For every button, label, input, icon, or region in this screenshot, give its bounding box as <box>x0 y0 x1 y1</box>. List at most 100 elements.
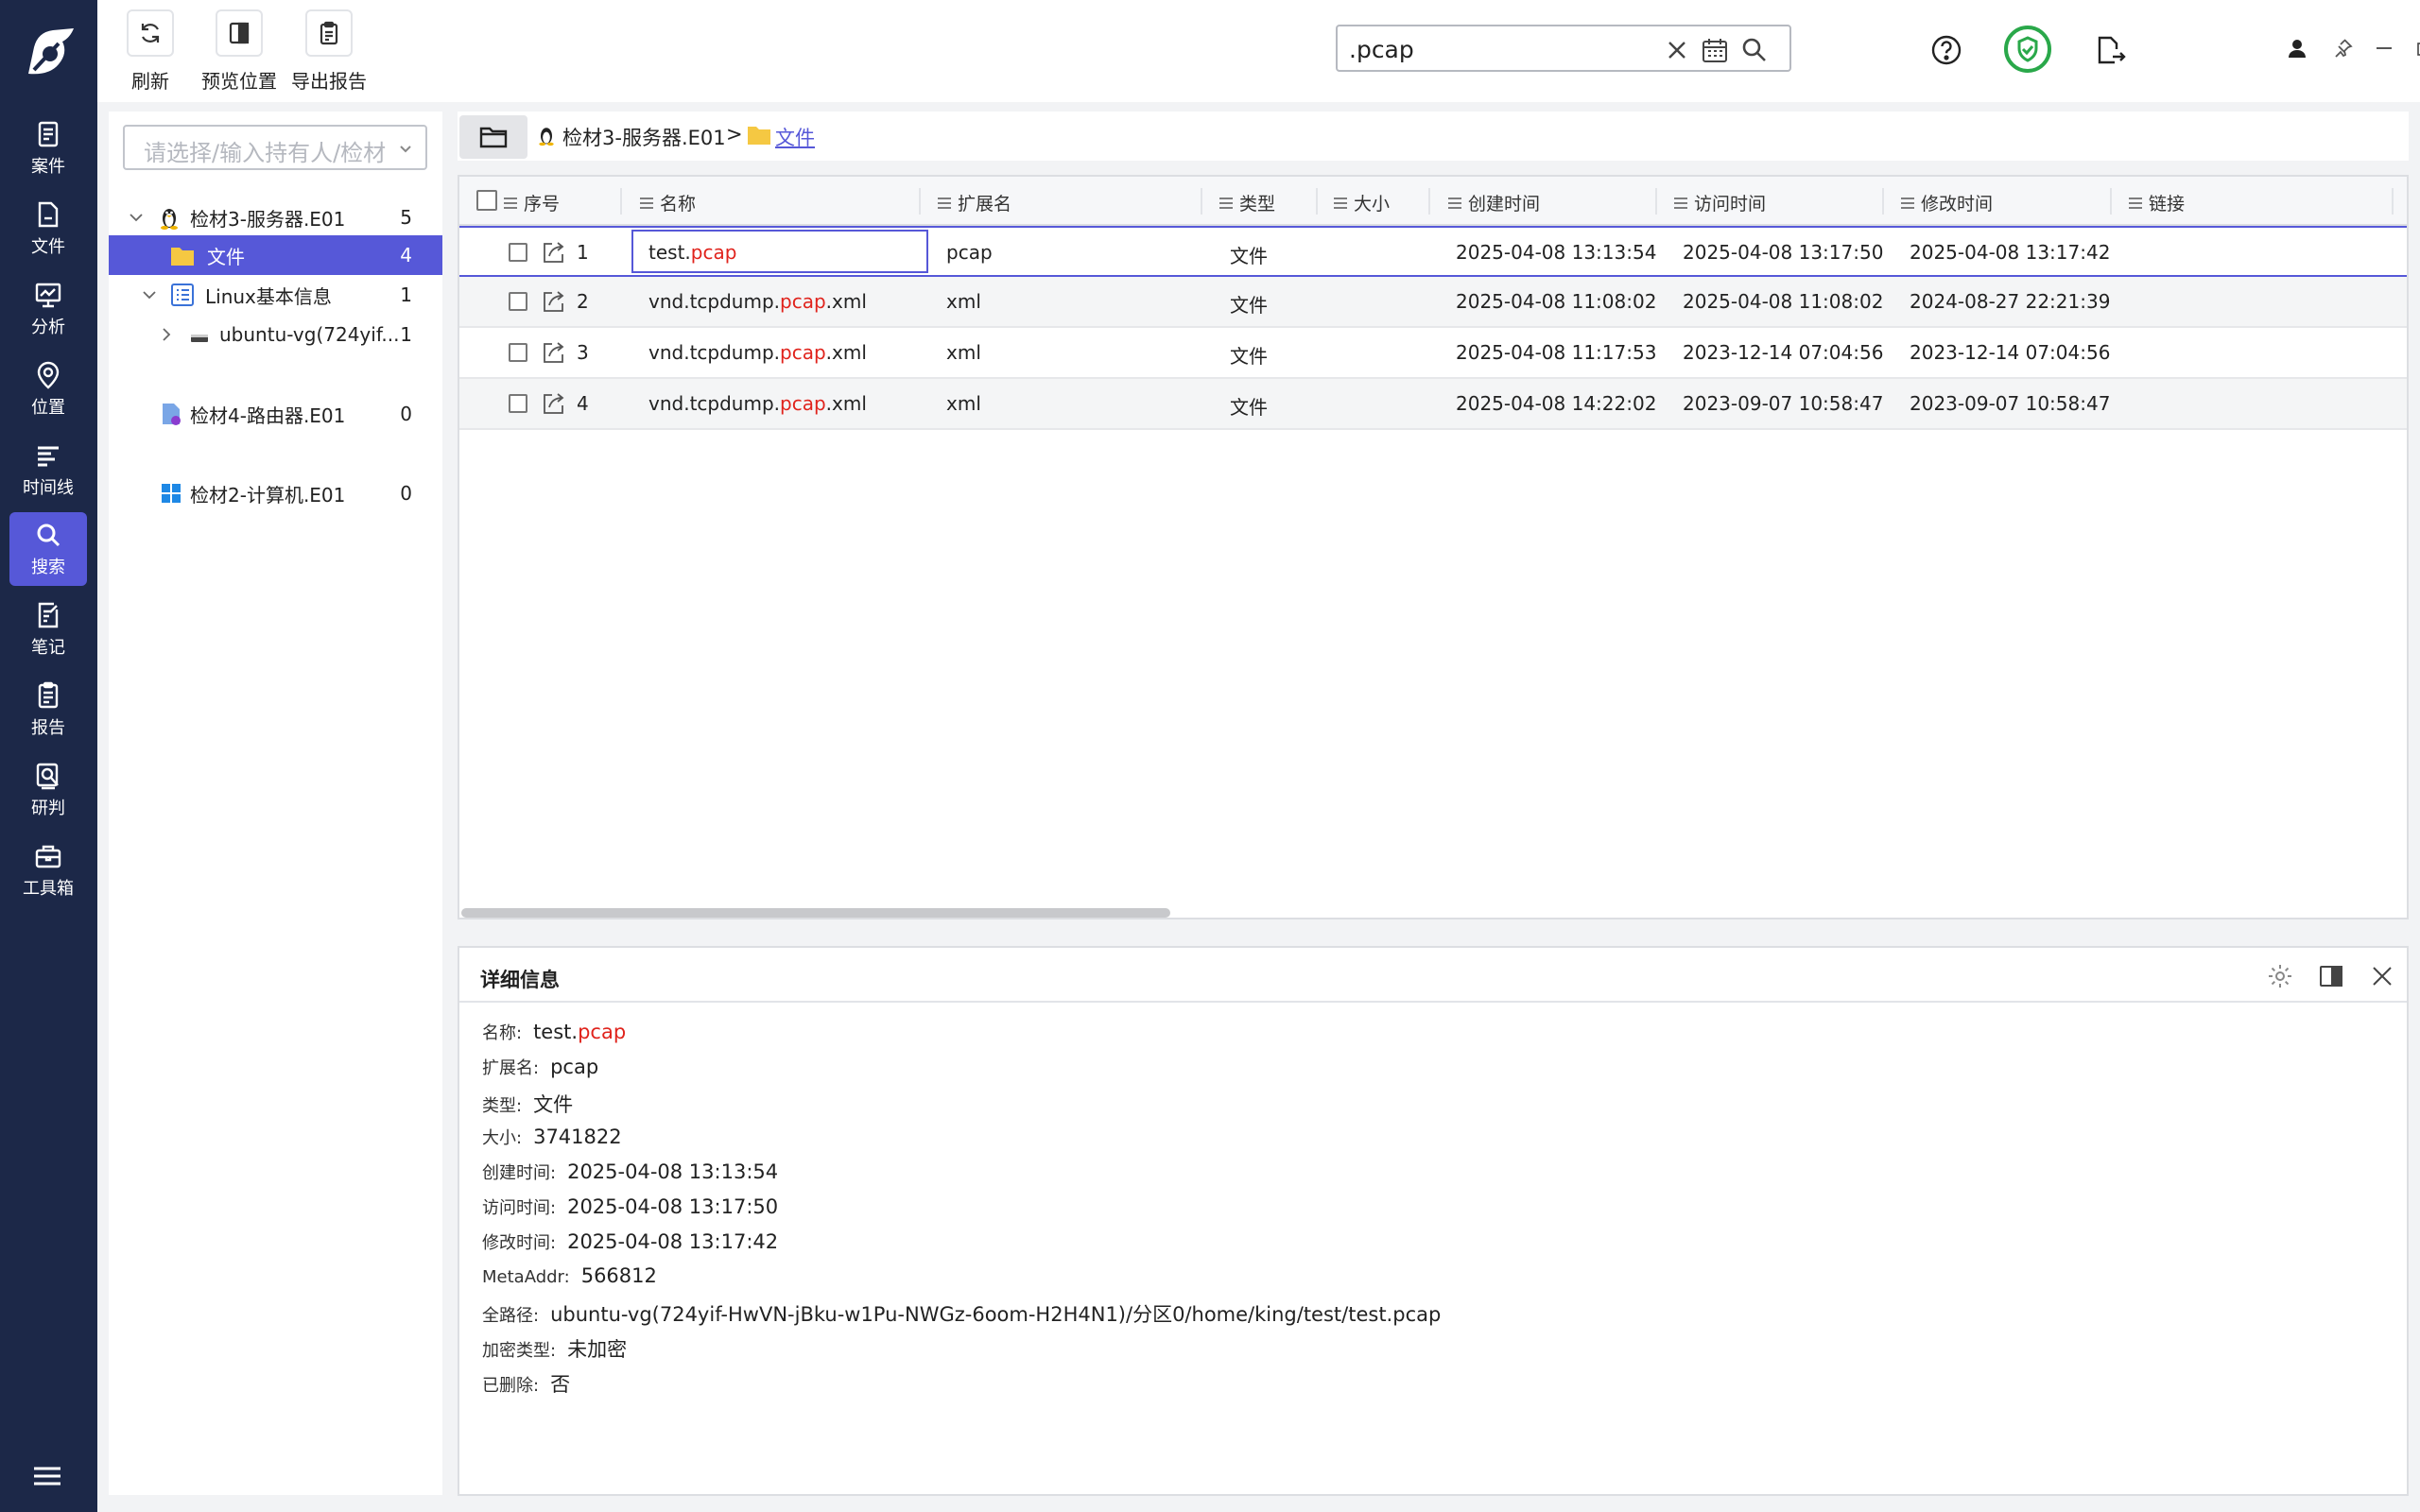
nav-item-timeline[interactable]: 时间线 <box>9 433 87 507</box>
tree-node-ubuntu-vg[interactable]: ubuntu-vg(724yif... 1 <box>109 315 442 354</box>
table-row[interactable]: 3 vnd.tcpdump.pcap.xml xml 文件 2025-04-08… <box>459 328 2407 379</box>
row-index: 1 <box>577 241 589 264</box>
breadcrumb-root[interactable]: 检材3-服务器.E01 <box>562 123 726 151</box>
nav-item-location[interactable]: 位置 <box>9 352 87 426</box>
nav-item-toolbox[interactable]: 工具箱 <box>9 833 87 907</box>
column-header-type[interactable]: 类型 <box>1219 190 1275 215</box>
detail-field-label: 加密类型: <box>482 1341 557 1361</box>
detail-field-label: 修改时间: <box>482 1233 557 1253</box>
toolbox-icon <box>35 845 61 868</box>
refresh-button[interactable]: 刷新 <box>127 9 174 94</box>
open-external-icon[interactable] <box>541 239 567 266</box>
detail-field-size: 大小: 3741822 <box>482 1125 622 1149</box>
column-menu-icon <box>1219 197 1233 209</box>
help-icon[interactable] <box>1930 34 1962 66</box>
tree-node-linux-info[interactable]: Linux基本信息 1 <box>109 275 442 315</box>
close-icon[interactable] <box>2369 963 2395 989</box>
open-external-icon[interactable] <box>541 288 567 315</box>
nav-item-analysis[interactable]: 分析 <box>9 272 87 346</box>
table-row[interactable]: 2 vnd.tcpdump.pcap.xml xml 文件 2025-04-08… <box>459 277 2407 328</box>
row-index: 3 <box>577 341 589 364</box>
nav-item-case[interactable]: 案件 <box>9 112 87 185</box>
hamburger-menu-icon[interactable] <box>32 1465 62 1487</box>
tree-node-count: 0 <box>400 403 412 425</box>
row-created: 2025-04-08 14:22:02 <box>1456 392 1657 415</box>
nav-item-report[interactable]: 报告 <box>9 673 87 747</box>
breadcrumb-current[interactable]: 文件 <box>775 123 815 151</box>
select-all-checkbox[interactable] <box>476 190 497 211</box>
column-header-accessed[interactable]: 访问时间 <box>1673 190 1766 215</box>
row-modified: 2025-04-08 13:17:42 <box>1910 241 2111 264</box>
tree-node-files[interactable]: 文件 4 <box>109 235 442 275</box>
gear-icon[interactable] <box>2267 963 2293 989</box>
refresh-label: 刷新 <box>131 70 169 93</box>
detail-field-label: 创建时间: <box>482 1163 557 1183</box>
user-icon[interactable] <box>2287 38 2308 59</box>
open-external-icon[interactable] <box>541 390 567 417</box>
open-external-icon[interactable] <box>541 339 567 366</box>
column-header-index[interactable]: 序号 <box>503 190 560 215</box>
nav-item-label: 位置 <box>31 398 65 418</box>
owner-select[interactable]: 请选择/输入持有人/检材 <box>123 125 427 170</box>
folder-button[interactable] <box>459 115 527 159</box>
tree-node-evidence2[interactable]: 检材2-计算机.E01 0 <box>109 473 442 513</box>
row-checkbox[interactable] <box>509 394 527 413</box>
column-header-modified[interactable]: 修改时间 <box>1900 190 1993 215</box>
folder-outline-icon <box>479 127 508 148</box>
clear-icon[interactable] <box>1663 36 1691 64</box>
shield-status-icon[interactable] <box>2003 25 2052 74</box>
nav-item-note[interactable]: 笔记 <box>9 593 87 666</box>
nav-item-label: 研判 <box>31 799 65 818</box>
minimize-icon[interactable] <box>2374 38 2394 59</box>
detail-field-value: test.pcap <box>533 1021 627 1043</box>
location-icon <box>37 361 60 389</box>
file-icon <box>38 201 59 228</box>
row-checkbox[interactable] <box>509 292 527 311</box>
preview-position-button[interactable]: 预览位置 <box>201 9 277 94</box>
detail-field-deleted: 已删除: 否 <box>482 1369 570 1398</box>
left-navigation: 案件 文件 分析 位置 时间线 搜索 笔记 报告 研判 工具箱 <box>0 0 97 1512</box>
detail-field-value: ubuntu-vg(724yif-HwVN-jBku-w1Pu-NWGz-6oo… <box>550 1303 1442 1326</box>
row-checkbox[interactable] <box>509 343 527 362</box>
nav-item-label: 文件 <box>31 237 65 257</box>
column-header-name[interactable]: 名称 <box>639 190 696 215</box>
detail-field-label: 全路径: <box>482 1306 540 1326</box>
export-file-icon[interactable] <box>2094 34 2126 66</box>
nav-item-file[interactable]: 文件 <box>9 192 87 266</box>
case-icon <box>38 121 59 147</box>
detail-field-label: 扩展名: <box>482 1058 540 1078</box>
nav-item-search[interactable]: 搜索 <box>9 512 87 586</box>
detail-header: 详细信息 <box>459 948 2407 1003</box>
export-report-button[interactable]: 导出报告 <box>291 9 367 94</box>
pin-icon[interactable] <box>2332 38 2353 59</box>
chevron-down-icon[interactable] <box>141 286 158 303</box>
chevron-down-icon[interactable] <box>128 209 145 226</box>
search-icon <box>37 524 60 547</box>
search-input[interactable] <box>1349 32 1661 66</box>
column-header-size[interactable]: 大小 <box>1333 190 1390 215</box>
row-checkbox[interactable] <box>509 243 527 262</box>
horizontal-scrollbar[interactable] <box>461 908 1170 918</box>
tree-node-evidence4[interactable]: 检材4-路由器.E01 0 <box>109 394 442 434</box>
nav-item-label: 笔记 <box>31 638 65 658</box>
nav-item-judge[interactable]: 研判 <box>9 753 87 827</box>
column-header-link[interactable]: 链接 <box>2128 190 2185 215</box>
row-accessed: 2023-12-14 07:04:56 <box>1683 341 1884 364</box>
tree-node-evidence3[interactable]: 检材3-服务器.E01 5 <box>109 198 442 237</box>
column-header-extension[interactable]: 扩展名 <box>937 190 1011 215</box>
column-menu-icon <box>2129 197 2142 209</box>
chevron-right-icon[interactable] <box>158 326 175 343</box>
restore-icon[interactable] <box>2415 38 2420 59</box>
search-icon[interactable] <box>1740 36 1769 64</box>
breadcrumb: 检材3-服务器.E01 > 文件 <box>458 112 2409 161</box>
detail-field-label: 名称: <box>482 1023 523 1043</box>
table-row[interactable]: 1 test.pcap pcap 文件 2025-04-08 13:13:54 … <box>459 226 2407 277</box>
panel-toggle-icon[interactable] <box>2318 963 2344 989</box>
calendar-icon[interactable] <box>1701 36 1729 64</box>
table-row[interactable]: 4 vnd.tcpdump.pcap.xml xml 文件 2025-04-08… <box>459 379 2407 430</box>
column-header-created[interactable]: 创建时间 <box>1447 190 1540 215</box>
detail-field-encryption: 加密类型: 未加密 <box>482 1334 627 1363</box>
detail-field-accessed: 访问时间: 2025-04-08 13:17:50 <box>482 1194 778 1219</box>
row-created: 2025-04-08 11:17:53 <box>1456 341 1657 364</box>
detail-field-type: 类型: 文件 <box>482 1090 573 1118</box>
